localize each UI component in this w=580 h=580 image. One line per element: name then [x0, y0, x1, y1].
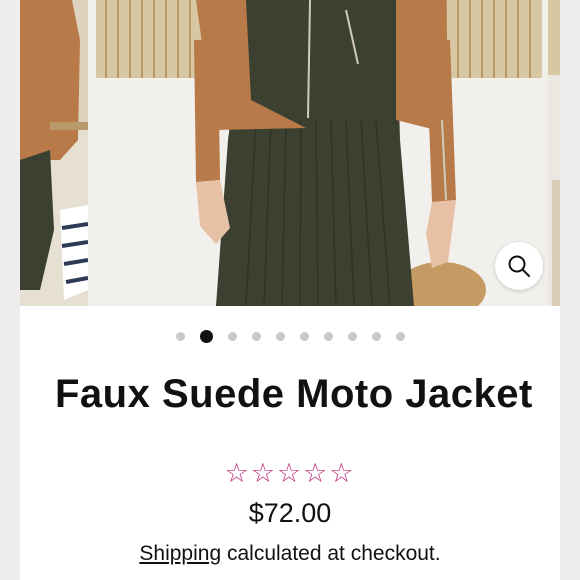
product-image-gallery[interactable] [20, 0, 560, 306]
shipping-link[interactable]: Shipping [139, 542, 221, 565]
pagination-dot[interactable] [227, 331, 237, 341]
product-title: Faux Suede Moto Jacket [55, 372, 533, 416]
product-price: $72.00 [248, 498, 332, 528]
zoom-button[interactable] [495, 242, 543, 290]
product-title-container: Faux Suede Moto Jacket [0, 360, 560, 420]
pagination-dot[interactable] [275, 331, 285, 341]
gallery-slide-next[interactable] [548, 0, 560, 306]
page-edge-right [560, 0, 580, 580]
magnifier-icon [508, 255, 530, 277]
pagination-dot[interactable] [175, 331, 185, 341]
shipping-note-text: calculated at checkout. [226, 542, 441, 565]
pagination-dot-active[interactable] [199, 329, 213, 343]
shipping-note: Shipping calculated at checkout. [0, 542, 580, 566]
gallery-pagination [0, 326, 580, 346]
page-edge-left [0, 0, 20, 580]
pagination-dot[interactable] [251, 331, 261, 341]
pagination-dot[interactable] [395, 331, 405, 341]
pagination-dot[interactable] [371, 331, 381, 341]
gallery-slide-previous[interactable] [20, 0, 88, 306]
star-rating[interactable]: ☆☆☆☆☆ [0, 458, 580, 489]
pagination-dot[interactable] [323, 331, 333, 341]
pagination-dot[interactable] [299, 331, 309, 341]
pagination-dot[interactable] [347, 331, 357, 341]
gallery-slide-current[interactable] [96, 0, 542, 306]
